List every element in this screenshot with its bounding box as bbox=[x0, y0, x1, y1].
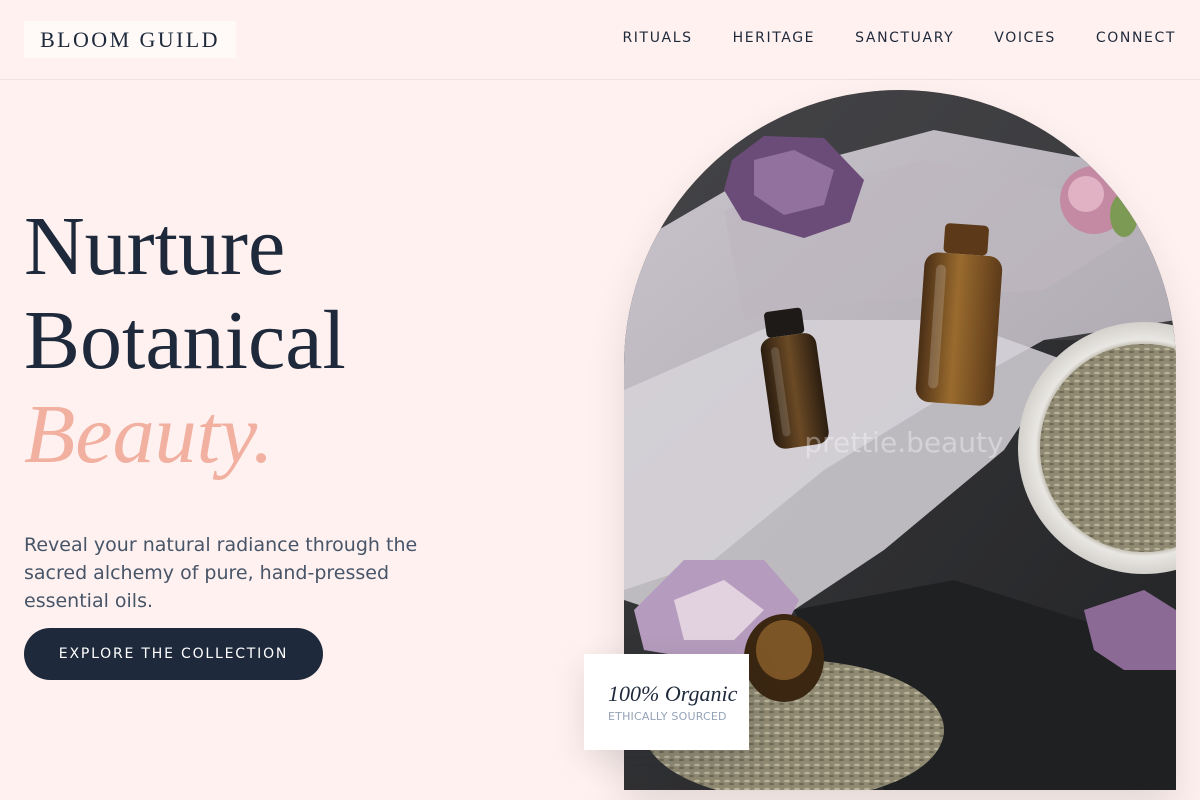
nav-link-sanctuary[interactable]: SANCTUARY bbox=[855, 30, 954, 46]
brand-logo[interactable]: BLOOM GUILD bbox=[24, 21, 236, 58]
hero-heading: Nurture Botanical Beauty. bbox=[24, 200, 464, 482]
site-header: BLOOM GUILD RITUALS HERITAGE SANCTUARY V… bbox=[0, 0, 1200, 80]
explore-collection-button[interactable]: EXPLORE THE COLLECTION bbox=[24, 628, 323, 680]
nav-link-heritage[interactable]: HERITAGE bbox=[733, 30, 816, 46]
hero-title-accent: Beauty. bbox=[24, 388, 274, 481]
badge-title: 100% Organic bbox=[608, 681, 738, 706]
organic-badge: 100% Organic ETHICALLY SOURCED bbox=[584, 654, 749, 750]
nav-link-connect[interactable]: CONNECT bbox=[1096, 30, 1176, 46]
image-watermark: prettie.beauty bbox=[804, 426, 1003, 459]
badge-subtitle: ETHICALLY SOURCED bbox=[608, 710, 727, 723]
nav-link-rituals[interactable]: RITUALS bbox=[622, 30, 692, 46]
hero-lede: Reveal your natural radiance through the… bbox=[24, 534, 418, 612]
main-nav: RITUALS HERITAGE SANCTUARY VOICES CONNEC… bbox=[622, 30, 1176, 46]
nav-link-voices[interactable]: VOICES bbox=[994, 30, 1056, 46]
hero-title-line-1: Nurture bbox=[24, 200, 286, 293]
hero-title-line-2: Botanical bbox=[24, 294, 346, 387]
